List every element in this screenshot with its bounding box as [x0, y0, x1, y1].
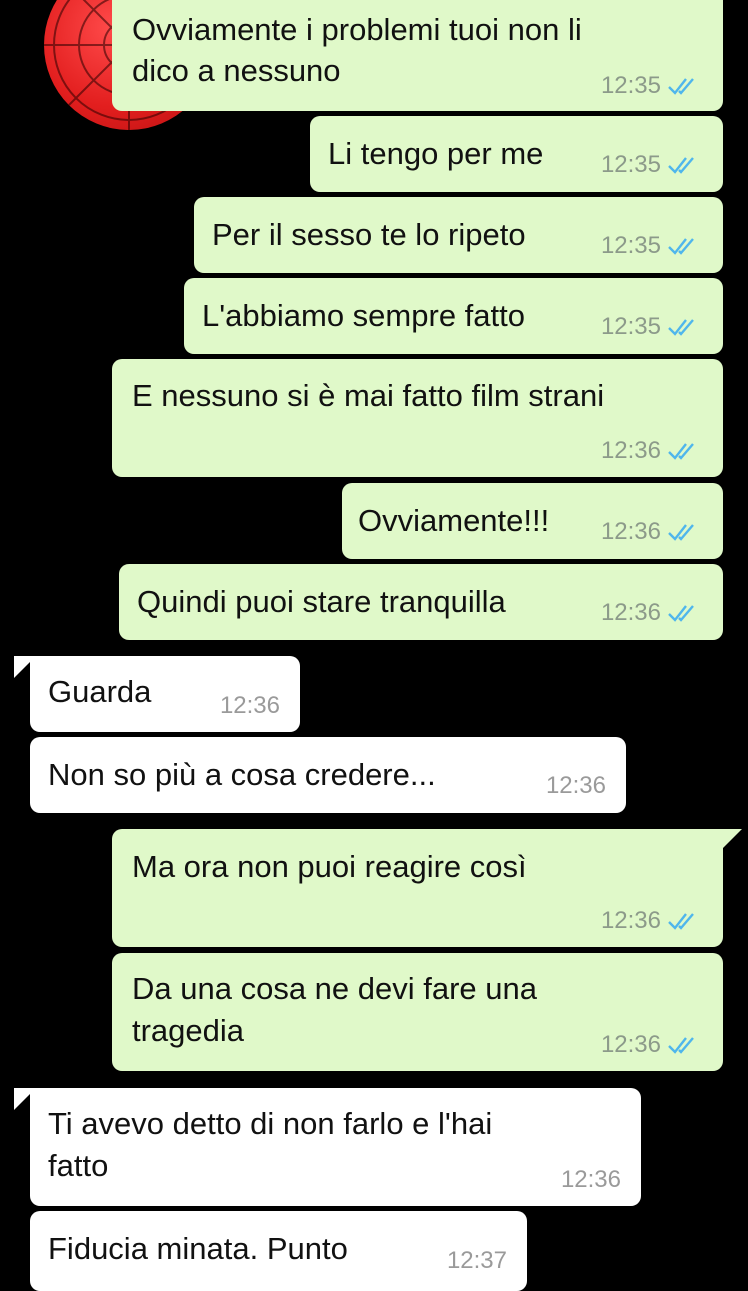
- message-time: 12:35: [600, 313, 661, 340]
- message-text: E nessuno si è mai fatto film strani: [132, 378, 605, 413]
- message-text: tragedia: [132, 1013, 245, 1048]
- message-text: Quindi puoi stare tranquilla: [137, 584, 506, 619]
- message-meta: 12:35: [601, 74, 699, 98]
- message-time: 12:36: [560, 1166, 621, 1193]
- message-time: 12:35: [600, 151, 661, 178]
- message-meta: 12:36: [546, 774, 606, 798]
- message-time: 12:36: [600, 437, 661, 464]
- message-time: 12:36: [545, 772, 606, 799]
- message-bubble-outgoing[interactable]: Da una cosa ne devi fare una tragedia 12…: [112, 953, 723, 1071]
- double-check-read-icon: [667, 522, 699, 542]
- message-bubble-incoming[interactable]: Non so più a cosa credere... 12:36: [30, 737, 626, 813]
- message-text: dico a nessuno: [132, 53, 341, 88]
- message-text: Da una cosa ne devi fare una: [132, 971, 537, 1006]
- message-bubble-outgoing[interactable]: Li tengo per me 12:35: [310, 116, 723, 192]
- message-text: L'abbiamo sempre fatto: [202, 298, 525, 333]
- message-meta: 12:36: [220, 694, 280, 718]
- message-text: Ma ora non puoi reagire così: [132, 849, 527, 884]
- message-bubble-incoming[interactable]: Guarda 12:36: [30, 656, 300, 732]
- message-meta: 12:36: [601, 520, 699, 544]
- message-meta: 12:36: [601, 1033, 699, 1057]
- message-bubble-incoming[interactable]: Fiducia minata. Punto 12:37: [30, 1211, 527, 1291]
- message-text: fatto: [48, 1148, 109, 1183]
- bubble-tail: [720, 829, 742, 851]
- message-time: 12:36: [600, 599, 661, 626]
- message-time: 12:36: [219, 692, 280, 719]
- message-time: 12:35: [600, 232, 661, 259]
- double-check-read-icon: [667, 155, 699, 175]
- message-bubble-outgoing[interactable]: Per il sesso te lo ripeto 12:35: [194, 197, 723, 273]
- message-text: Ovviamente i problemi tuoi non li: [132, 12, 582, 47]
- message-text: Fiducia minata. Punto: [48, 1231, 348, 1266]
- message-bubble-outgoing[interactable]: Ovviamente i problemi tuoi non li dico a…: [112, 0, 723, 111]
- message-time: 12:37: [446, 1247, 507, 1274]
- message-time: 12:35: [600, 72, 661, 99]
- double-check-read-icon: [667, 236, 699, 256]
- message-meta: 12:35: [601, 153, 699, 177]
- message-text: Guarda: [48, 674, 152, 709]
- message-time: 12:36: [600, 1031, 661, 1058]
- message-meta: 12:37: [447, 1249, 507, 1273]
- double-check-read-icon: [667, 317, 699, 337]
- message-bubble-outgoing[interactable]: Ovviamente!!! 12:36: [342, 483, 723, 559]
- message-bubble-outgoing[interactable]: Quindi puoi stare tranquilla 12:36: [119, 564, 723, 640]
- double-check-read-icon: [667, 441, 699, 461]
- message-bubble-incoming[interactable]: Ti avevo detto di non farlo e l'hai fatt…: [30, 1088, 641, 1206]
- double-check-read-icon: [667, 603, 699, 623]
- message-time: 12:36: [600, 907, 661, 934]
- message-meta: 12:35: [601, 315, 699, 339]
- message-text: Li tengo per me: [328, 136, 544, 171]
- message-meta: 12:36: [561, 1168, 621, 1192]
- message-meta: 12:35: [601, 234, 699, 258]
- message-meta: 12:36: [601, 439, 699, 463]
- message-meta: 12:36: [601, 601, 699, 625]
- message-time: 12:36: [600, 518, 661, 545]
- double-check-read-icon: [667, 911, 699, 931]
- message-text: Non so più a cosa credere...: [48, 757, 436, 792]
- double-check-read-icon: [667, 1035, 699, 1055]
- message-meta: 12:36: [601, 909, 699, 933]
- message-bubble-outgoing[interactable]: Ma ora non puoi reagire così 12:36: [112, 829, 723, 947]
- message-text: Per il sesso te lo ripeto: [212, 217, 526, 252]
- message-text: Ti avevo detto di non farlo e l'hai: [48, 1106, 493, 1141]
- message-text: Ovviamente!!!: [358, 503, 550, 538]
- double-check-read-icon: [667, 76, 699, 96]
- message-bubble-outgoing[interactable]: L'abbiamo sempre fatto 12:35: [184, 278, 723, 354]
- message-bubble-outgoing[interactable]: E nessuno si è mai fatto film strani 12:…: [112, 359, 723, 477]
